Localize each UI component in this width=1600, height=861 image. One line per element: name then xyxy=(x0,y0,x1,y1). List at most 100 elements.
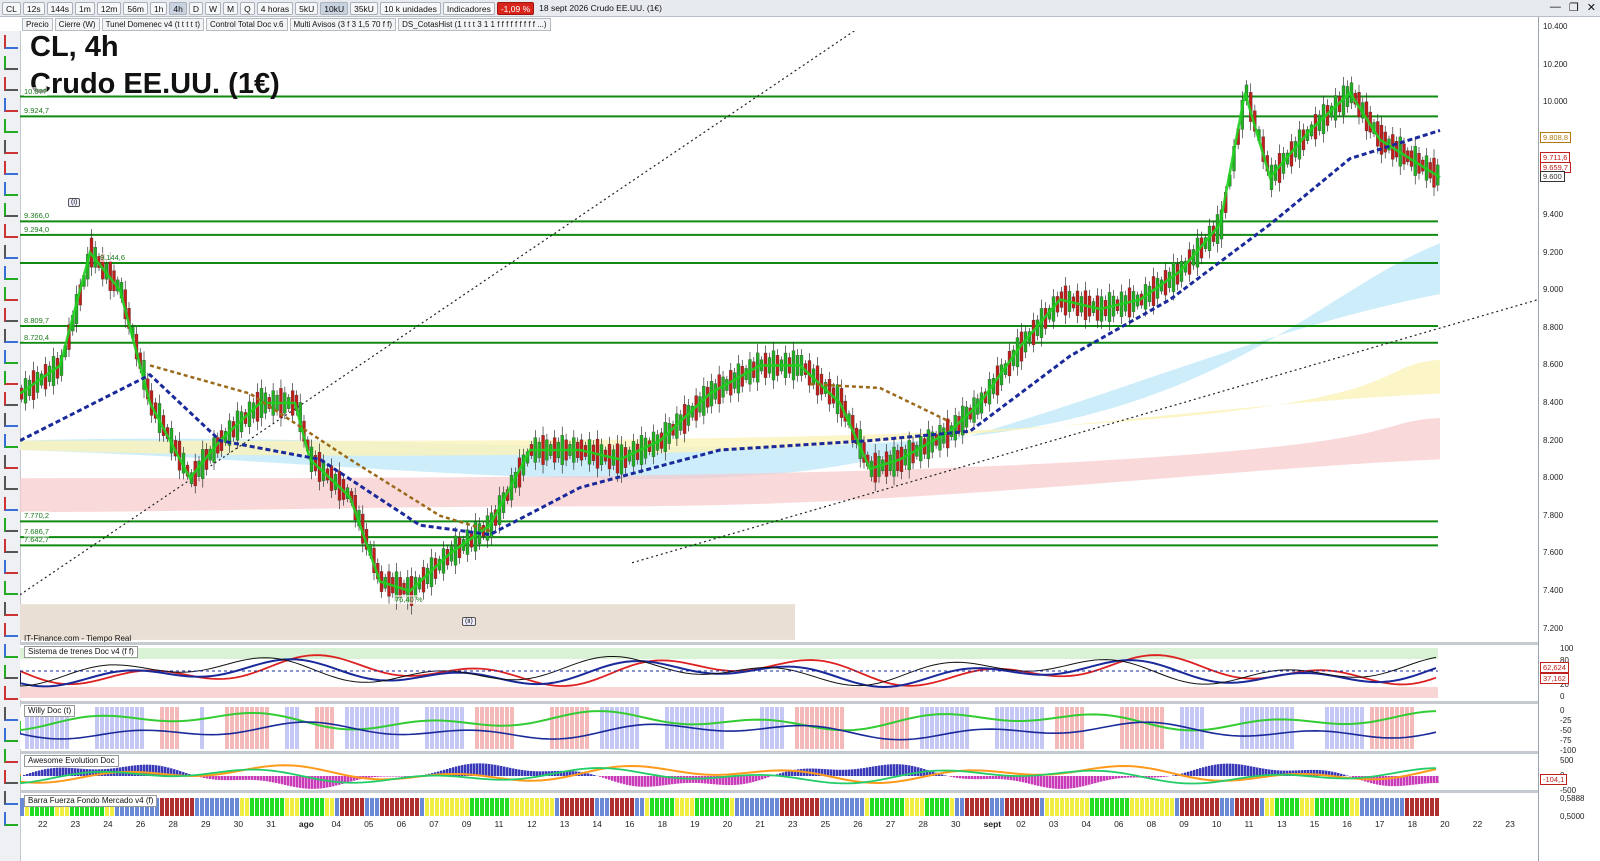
timeframe-144s[interactable]: 144s xyxy=(46,1,74,15)
hline-icon[interactable] xyxy=(4,644,18,658)
channel-icon[interactable] xyxy=(4,224,18,238)
awesome-bar xyxy=(959,776,962,779)
brush-icon[interactable] xyxy=(4,812,18,826)
line-icon[interactable] xyxy=(4,602,18,616)
fibonacci-icon[interactable] xyxy=(4,287,18,301)
indicators-button[interactable]: Indicadores xyxy=(442,1,495,15)
indicator-multi-avisos[interactable]: Multi Avisos (3 f 3 1,5 70 f f) xyxy=(289,18,397,31)
timeframe-12s[interactable]: 12s xyxy=(22,1,45,15)
pitchfork-icon[interactable] xyxy=(4,308,18,322)
fuerza-bar xyxy=(390,798,394,816)
pitchfork-icon[interactable] xyxy=(4,770,18,784)
indicator-cotas-hist[interactable]: DS_CotasHist (1 t t t 3 1 1 f f f f f f … xyxy=(398,18,551,31)
rectangle-icon[interactable] xyxy=(4,707,18,721)
timeframe-12m[interactable]: 12m xyxy=(96,1,122,15)
date-tick: 30 xyxy=(951,819,961,829)
rectangle-icon[interactable] xyxy=(4,245,18,259)
eraser-icon[interactable] xyxy=(4,392,18,406)
awesome-bar xyxy=(50,768,53,776)
timeframe-m[interactable]: M xyxy=(223,1,239,15)
awesome-bar xyxy=(1160,776,1163,778)
timeframe-d[interactable]: D xyxy=(188,1,204,15)
timeframe-4h[interactable]: 4h xyxy=(169,1,187,15)
fuerza-bar xyxy=(865,798,869,816)
unit-35ku[interactable]: 35kU xyxy=(350,1,378,15)
indicator-tunel[interactable]: Tunel Domenec v4 (t t t t t) xyxy=(101,18,204,31)
settings-icon[interactable] xyxy=(4,476,18,490)
timeframe-1m[interactable]: 1m xyxy=(75,1,95,15)
measure-icon[interactable] xyxy=(4,371,18,385)
willy-bar xyxy=(1275,707,1279,749)
panel-axis-tick: 100 xyxy=(1560,644,1574,653)
vline-icon[interactable] xyxy=(4,203,18,217)
indicator-control-total[interactable]: Control Total Doc v.6 xyxy=(205,18,288,31)
magnet-icon[interactable] xyxy=(4,434,18,448)
fuerza-bar xyxy=(170,798,174,816)
unit-5ku[interactable]: 5kU xyxy=(295,1,319,15)
cursor-icon[interactable] xyxy=(4,35,18,49)
arrow-icon[interactable] xyxy=(4,119,18,133)
price-chart[interactable] xyxy=(20,31,1538,861)
unit-10ku[interactable]: 10kU xyxy=(320,1,349,15)
timeframe-q[interactable]: Q xyxy=(240,1,255,15)
panel-title-trenes[interactable]: Sistema de trenes Doc v4 (f f) xyxy=(24,646,138,658)
wave-label[interactable]: (i) xyxy=(68,198,81,207)
line-icon[interactable] xyxy=(4,140,18,154)
restore-icon[interactable]: ❐ xyxy=(1569,1,1579,14)
willy-bar xyxy=(985,707,989,749)
fuerza-bar xyxy=(625,798,629,816)
ellipse-icon[interactable] xyxy=(4,728,18,742)
hline-icon[interactable] xyxy=(4,182,18,196)
awesome-bar xyxy=(287,776,290,786)
price-axis-tick: 7.400 xyxy=(1543,586,1564,595)
willy-bar xyxy=(1150,707,1154,749)
awesome-bar xyxy=(830,769,833,776)
text-icon[interactable] xyxy=(4,98,18,112)
text-icon[interactable] xyxy=(4,560,18,574)
timeframe-1h[interactable]: 1h xyxy=(149,1,168,15)
fuerza-bar xyxy=(980,798,984,816)
panel-separator[interactable] xyxy=(20,751,1538,754)
lock-icon[interactable] xyxy=(4,413,18,427)
fuerza-bar xyxy=(1325,798,1329,816)
brush-icon[interactable] xyxy=(4,350,18,364)
panel-title-willy[interactable]: Willy Doc (t) xyxy=(24,705,76,717)
awesome-bar xyxy=(1082,776,1085,787)
willy-bar xyxy=(850,707,854,749)
awesome-bar xyxy=(1193,769,1196,776)
units-select[interactable]: 10 k unidades xyxy=(379,1,441,15)
ellipse-icon[interactable] xyxy=(4,266,18,280)
panel-separator[interactable] xyxy=(20,642,1538,645)
panel-title-awesome[interactable]: Awesome Evolution Doc xyxy=(24,755,119,767)
date-axis[interactable]: 22 23 24 26 28 29 30 31 ago 04 05 06 07 09 11 12 13 14 16 1… xyxy=(20,817,1538,831)
close-icon[interactable]: ✕ xyxy=(1587,1,1596,14)
indicator-close-weekly[interactable]: Cierre (W) xyxy=(54,18,100,31)
ray-icon[interactable] xyxy=(4,161,18,175)
arrow-icon[interactable] xyxy=(4,581,18,595)
magnify-icon[interactable] xyxy=(4,77,18,91)
ray-icon[interactable] xyxy=(4,623,18,637)
panel-title-fuerza[interactable]: Barra Fuerza Fondo Mercado v4 (f) xyxy=(24,795,158,807)
awesome-bar xyxy=(56,767,59,776)
gann-icon[interactable] xyxy=(4,329,18,343)
vline-icon[interactable] xyxy=(4,665,18,679)
fibonacci-icon[interactable] xyxy=(4,749,18,763)
magnify-icon[interactable] xyxy=(4,539,18,553)
panel-separator[interactable] xyxy=(20,701,1538,704)
timeframe-56m[interactable]: 56m xyxy=(123,1,148,15)
fuerza-bar xyxy=(835,798,839,816)
period-select[interactable]: 4 horas xyxy=(256,1,294,15)
channel-icon[interactable] xyxy=(4,686,18,700)
zoom-icon[interactable] xyxy=(4,518,18,532)
gann-icon[interactable] xyxy=(4,791,18,805)
minimize-icon[interactable]: — xyxy=(1550,1,1561,14)
trash-icon[interactable] xyxy=(4,455,18,469)
zoom-icon[interactable] xyxy=(4,56,18,70)
timeframe-w[interactable]: W xyxy=(205,1,222,15)
indicator-price[interactable]: Precio xyxy=(22,18,53,31)
willy-bar xyxy=(145,707,149,749)
symbol-select[interactable]: CL xyxy=(2,1,21,15)
wave-label[interactable]: (ii) xyxy=(462,617,476,626)
panel-separator[interactable] xyxy=(20,790,1538,793)
cursor-icon[interactable] xyxy=(4,497,18,511)
